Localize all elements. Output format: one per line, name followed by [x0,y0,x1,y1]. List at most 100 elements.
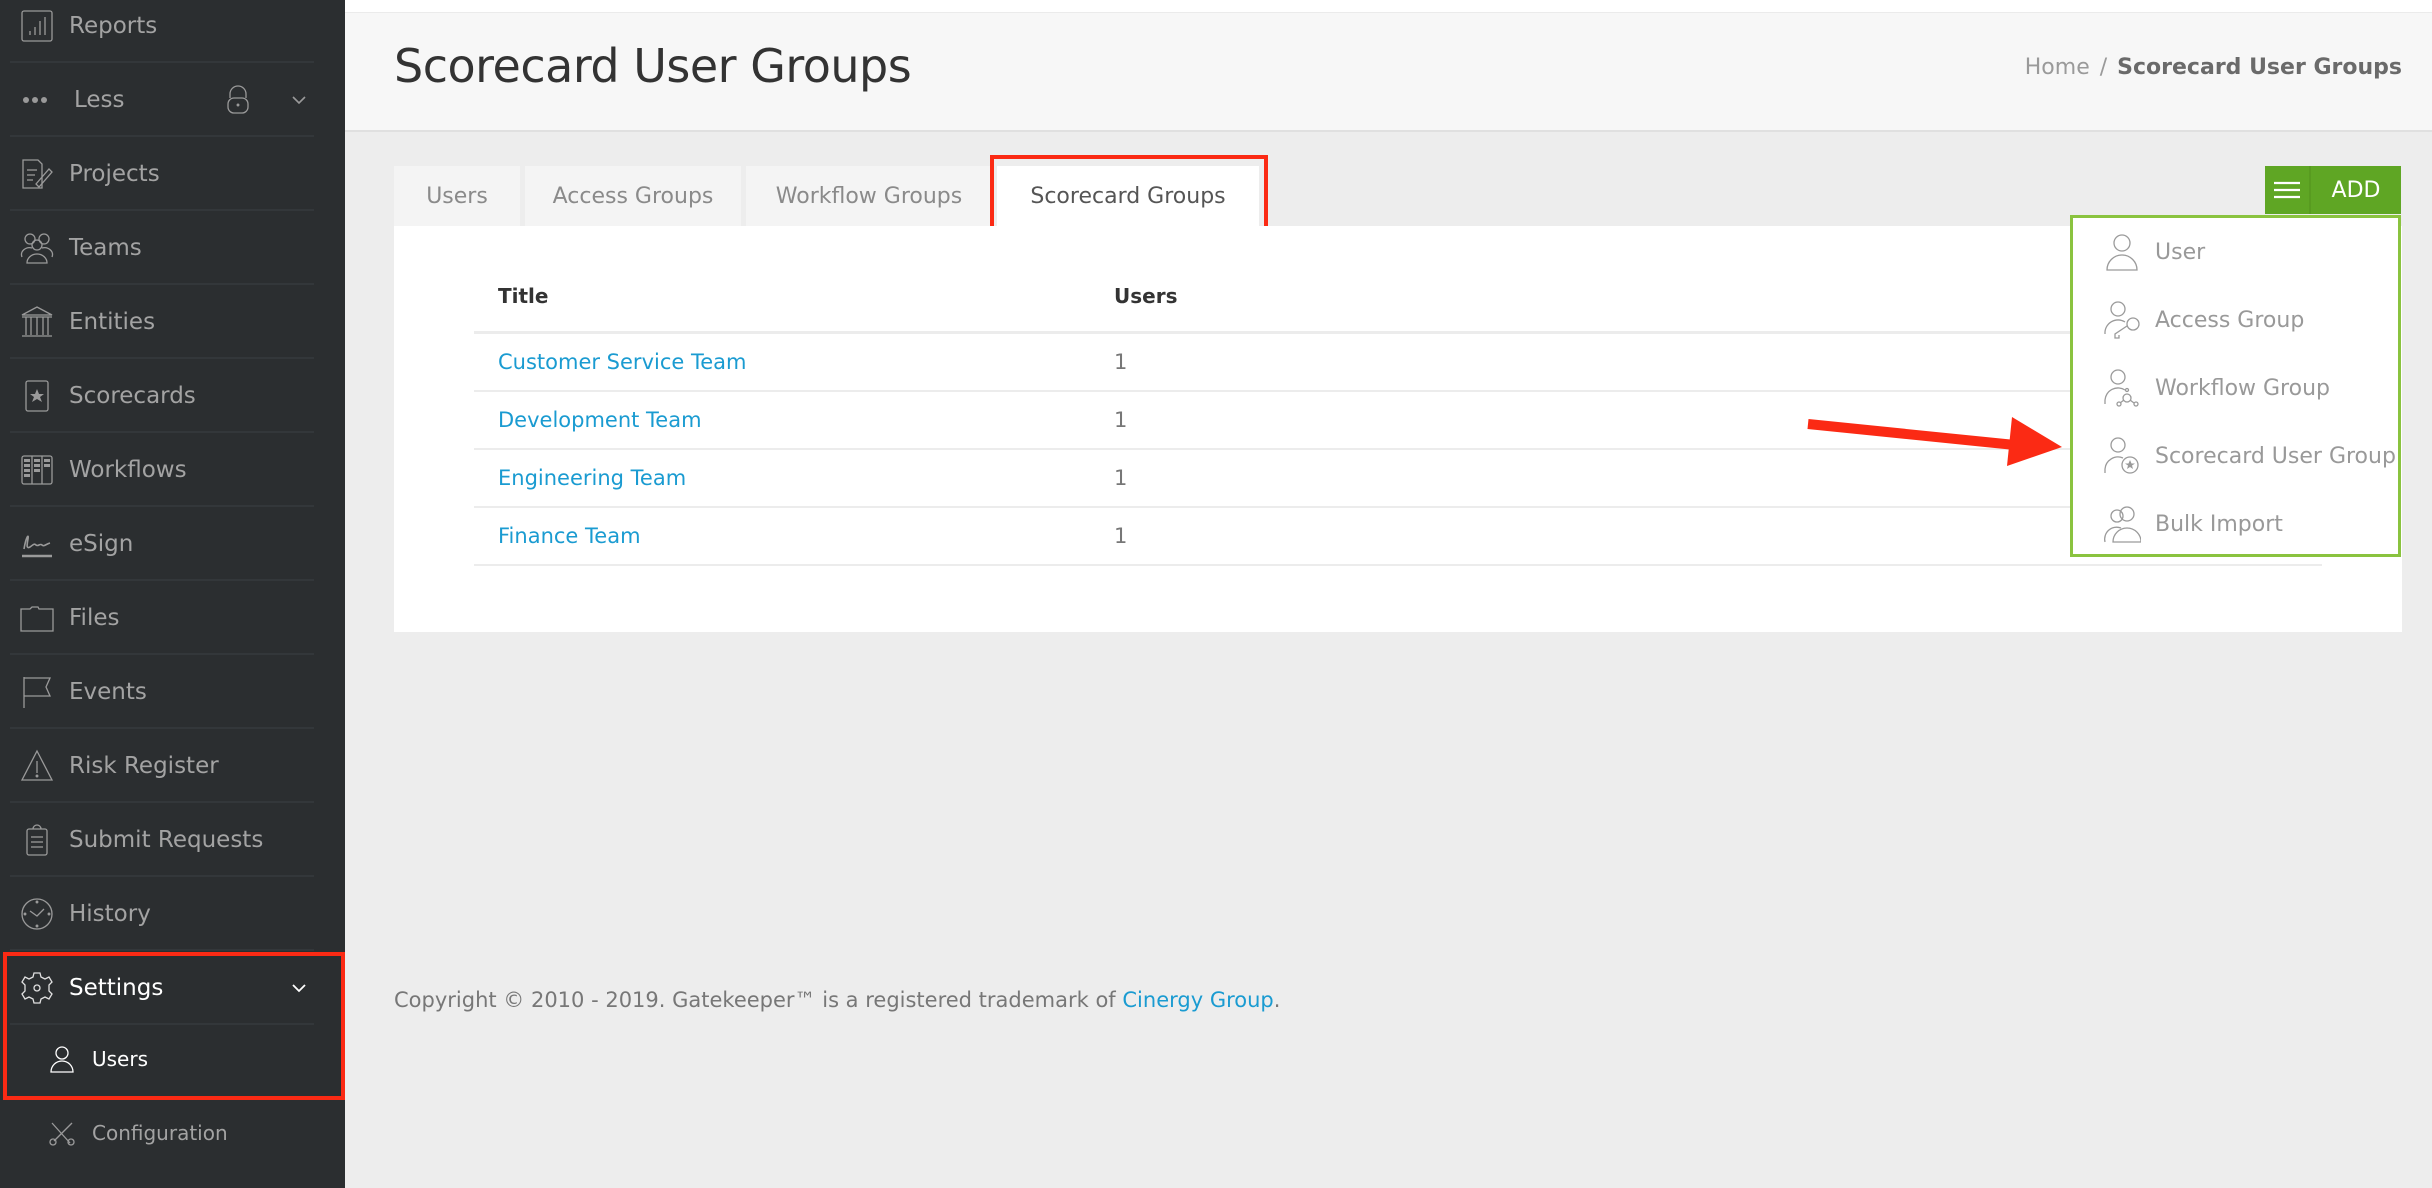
team-icon [20,231,54,265]
user-icon [2106,234,2138,271]
table-row: Finance Team 1 [474,508,2322,566]
breadcrumb: Home / Scorecard User Groups [2025,55,2402,80]
menu-item-scorecard-user-group[interactable]: Scorecard User Group [2073,422,2398,490]
chevron-down-icon[interactable] [289,978,309,998]
chevron-down-icon[interactable] [289,90,309,110]
sidebar-item-label: Submit Requests [69,827,264,853]
sidebar-item-label: History [69,901,151,927]
breadcrumb-current: Scorecard User Groups [2117,55,2402,80]
page-title: Scorecard User Groups [394,39,912,93]
add-button[interactable]: ADD [2265,166,2401,214]
footer-copyright: Copyright © 2010 - 2019. Gatekeeper™ is … [394,988,1123,1012]
tab-scorecard-groups[interactable]: Scorecard Groups [997,166,1259,226]
sidebar-item-label: Settings [69,975,164,1001]
sidebar-item-label: Risk Register [69,753,219,779]
sidebar-item-submit-requests[interactable]: Submit Requests [0,803,345,877]
menu-item-label: Workflow Group [2155,375,2330,401]
group-title-link[interactable]: Customer Service Team [498,350,746,374]
user-key-icon [2104,301,2140,339]
menu-item-bulk-import[interactable]: Bulk Import [2073,490,2398,558]
top-strip [345,0,2432,12]
hamburger-icon [2265,166,2311,214]
tab-users[interactable]: Users [394,166,520,226]
clock-icon [20,897,54,931]
breadcrumb-home[interactable]: Home [2025,55,2090,80]
page-header: Scorecard User Groups Home / Scorecard U… [345,12,2432,132]
table-row: Development Team 1 [474,392,2322,450]
sidebar-item-risk-register[interactable]: Risk Register [0,729,345,803]
gear-icon [20,971,54,1005]
sidebar-subitem-label: Configuration [92,1121,228,1145]
menu-item-label: Access Group [2155,307,2305,333]
star-card-icon [20,379,54,413]
group-title-link[interactable]: Finance Team [498,524,641,548]
tab-access-groups[interactable]: Access Groups [525,166,741,226]
sidebar-item-label: eSign [69,531,134,557]
warning-icon [20,749,54,783]
sidebar-item-label: Projects [69,161,160,187]
table-row: Engineering Team 1 [474,450,2322,508]
group-user-count: 1 [1114,466,1128,490]
sidebar-item-events[interactable]: Events [0,655,345,729]
menu-item-access-group[interactable]: Access Group [2073,286,2398,354]
menu-item-user[interactable]: User [2073,218,2398,286]
signature-icon [20,527,54,561]
user-workflow-icon [2104,369,2139,407]
kanban-icon [20,453,54,487]
lock-icon[interactable] [226,85,250,115]
bar-chart-icon [20,9,54,43]
footer-end: . [1273,988,1281,1012]
column-header-title[interactable]: Title [498,284,548,308]
sidebar-item-teams[interactable]: Teams [0,211,345,285]
group-title-link[interactable]: Development Team [498,408,702,432]
clipboard-icon [20,823,54,857]
breadcrumb-separator: / [2099,55,2108,80]
sidebar-item-scorecards[interactable]: Scorecards [0,359,345,433]
sidebar-item-label: Events [69,679,147,705]
sidebar-subitem-label: Users [92,1047,149,1071]
tab-workflow-groups[interactable]: Workflow Groups [746,166,992,226]
add-dropdown-menu: User Access Group Workflow Group Scoreca… [2070,215,2401,557]
group-user-count: 1 [1114,524,1128,548]
column-header-users[interactable]: Users [1114,284,1177,308]
sidebar-item-label: Workflows [69,457,187,483]
sidebar-item-reports[interactable]: Reports [0,0,345,63]
groups-table: Title Users Customer Service Team 1 Deve… [474,260,2322,566]
flag-icon [20,675,54,709]
user-icon [48,1045,76,1073]
cinergy-group-link[interactable]: Cinergy Group [1122,988,1273,1012]
users-icon [2104,506,2141,543]
sidebar-item-less[interactable]: Less [0,63,345,137]
group-title-link[interactable]: Engineering Team [498,466,686,490]
menu-item-label: Bulk Import [2155,511,2283,537]
sidebar-item-esign[interactable]: eSign [0,507,345,581]
tools-icon [48,1119,76,1147]
sidebar-item-settings[interactable]: Settings [0,951,345,1025]
sidebar-subitem-configuration[interactable]: Configuration [0,1096,345,1170]
group-user-count: 1 [1114,408,1128,432]
sidebar-item-label: Less [74,87,125,113]
sidebar-item-entities[interactable]: Entities [0,285,345,359]
sidebar: Reports Less Projects Teams Entities Sco… [0,0,345,1188]
sidebar-item-history[interactable]: History [0,877,345,951]
add-button-label: ADD [2331,177,2381,203]
sidebar-item-files[interactable]: Files [0,581,345,655]
table-row: Customer Service Team 1 [474,334,2322,392]
sidebar-item-projects[interactable]: Projects [0,137,345,211]
sidebar-item-label: Scorecards [69,383,196,409]
building-icon [20,305,54,339]
sidebar-item-label: Reports [69,13,158,39]
footer: Copyright © 2010 - 2019. Gatekeeper™ is … [394,988,1280,1012]
menu-item-label: Scorecard User Group [2155,443,2396,469]
more-dots-icon [20,83,54,117]
sidebar-item-label: Entities [69,309,156,335]
menu-item-label: User [2155,239,2206,265]
sidebar-item-label: Teams [69,235,142,261]
sidebar-subitem-users[interactable]: Users [0,1022,345,1096]
table-header: Title Users [474,260,2322,334]
user-star-icon [2104,437,2139,474]
sidebar-item-label: Files [69,605,120,631]
sidebar-item-workflows[interactable]: Workflows [0,433,345,507]
menu-item-workflow-group[interactable]: Workflow Group [2073,354,2398,422]
folder-icon [20,601,54,635]
